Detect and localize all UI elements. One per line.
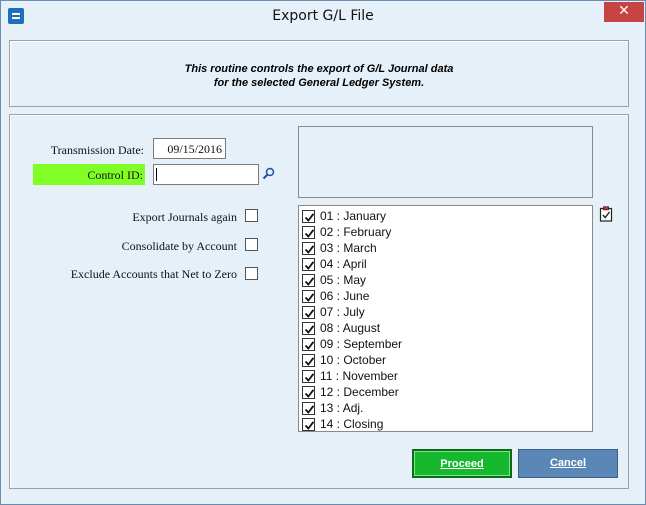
period-label: 05 : May: [320, 273, 367, 287]
description-text: This routine controls the export of G/L …: [10, 62, 628, 90]
description-line-2: for the selected General Ledger System.: [213, 77, 425, 89]
consolidate-checkbox[interactable]: [245, 238, 258, 251]
export-journals-label: Export Journals again: [132, 210, 237, 224]
checkbox-icon[interactable]: [302, 210, 315, 223]
period-label: 09 : September: [320, 337, 403, 351]
cancel-button[interactable]: Cancel: [518, 449, 618, 478]
checkbox-icon[interactable]: [302, 418, 315, 431]
window-title: Export G/L File: [272, 8, 374, 24]
consolidate-label: Consolidate by Account: [121, 239, 237, 253]
text-caret: [156, 168, 157, 181]
checkbox-icon[interactable]: [302, 338, 315, 351]
period-label: 02 : February: [320, 225, 392, 239]
period-label: 11 : November: [320, 369, 398, 383]
period-label: 03 : March: [320, 241, 377, 255]
control-id-input[interactable]: [153, 164, 259, 185]
description-panel: This routine controls the export of G/L …: [9, 40, 629, 107]
period-label: 01 : January: [320, 209, 387, 223]
transmission-date-label: Transmission Date:: [50, 143, 144, 157]
period-label: 12 : December: [320, 385, 399, 399]
proceed-button[interactable]: Proceed: [412, 449, 512, 478]
control-id-label-box: Control ID:: [33, 164, 145, 185]
checkbox-icon[interactable]: [302, 226, 315, 239]
control-id-label: Control ID:: [87, 168, 143, 182]
description-line-1: This routine controls the export of G/L …: [184, 63, 454, 75]
period-listbox[interactable]: 01 : January 02 : February 03 : March 04…: [298, 205, 593, 432]
close-button[interactable]: ✕: [604, 2, 644, 22]
export-journals-checkbox[interactable]: [245, 209, 258, 222]
period-label: 08 : August: [320, 321, 381, 335]
checkbox-icon[interactable]: [302, 322, 315, 335]
period-label: 06 : June: [320, 289, 370, 303]
checkbox-icon[interactable]: [302, 274, 315, 287]
select-all-icon[interactable]: [599, 206, 613, 222]
checkbox-icon[interactable]: [302, 386, 315, 399]
search-icon[interactable]: [262, 167, 275, 180]
transmission-date-field[interactable]: 09/15/2016: [153, 138, 226, 159]
period-label: 14 : Closing: [320, 417, 384, 431]
checkbox-icon[interactable]: [302, 402, 315, 415]
period-label: 13 : Adj.: [320, 401, 364, 415]
checkbox-icon[interactable]: [302, 242, 315, 255]
info-box: [298, 126, 593, 198]
period-label: 04 : April: [320, 257, 367, 271]
period-label: 07 : July: [320, 305, 365, 319]
exclude-accounts-checkbox[interactable]: [245, 267, 258, 280]
export-gl-window: Export G/L File ✕ This routine controls …: [0, 0, 646, 505]
checkbox-icon[interactable]: [302, 370, 315, 383]
period-label: 10 : October: [320, 353, 387, 367]
title-bar[interactable]: Export G/L File: [1, 1, 645, 33]
checkbox-icon[interactable]: [302, 258, 315, 271]
exclude-accounts-label: Exclude Accounts that Net to Zero: [70, 267, 237, 281]
checkbox-icon[interactable]: [302, 354, 315, 367]
checkbox-icon[interactable]: [302, 306, 315, 319]
checkbox-icon[interactable]: [302, 290, 315, 303]
